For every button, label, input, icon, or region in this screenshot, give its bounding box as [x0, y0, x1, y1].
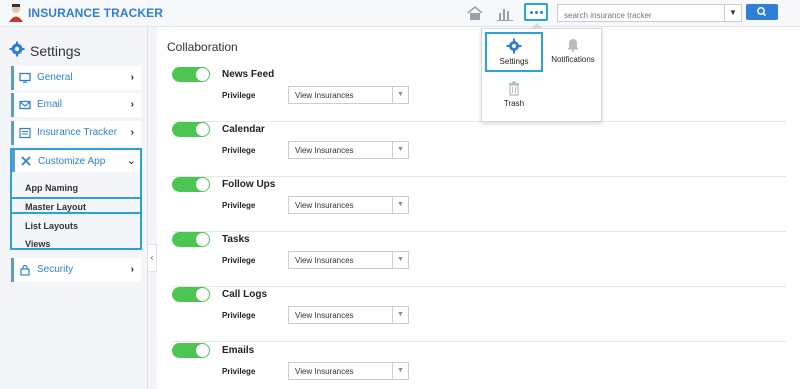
collaboration-panel: Collaboration News Feed Privilege View I… [157, 27, 800, 389]
monitor-icon [19, 72, 31, 83]
row-title: News Feed [222, 69, 275, 80]
privilege-select[interactable]: View Insurances ▼ [288, 251, 409, 269]
app-logo-icon [9, 4, 23, 22]
privilege-value: View Insurances [295, 201, 354, 210]
settings-sidebar: Settings General › Email › Insurance Tra… [0, 27, 148, 389]
list-icon [19, 127, 31, 139]
chevron-right-icon: › [130, 99, 134, 110]
privilege-value: View Insurances [295, 146, 354, 155]
privilege-label: Privilege [222, 201, 256, 210]
news-feed-toggle[interactable] [172, 67, 210, 82]
more-menu-popup: Settings Notifications Trash [481, 28, 602, 122]
caret-down-icon: ▼ [392, 87, 408, 103]
emails-toggle[interactable] [172, 343, 210, 358]
chevron-down-icon: ⌄ [126, 155, 136, 167]
menu-item-label: Trash [503, 99, 525, 108]
submenu-app-naming[interactable]: App Naming [25, 183, 78, 193]
customize-app-group: Customize App ⌄ App Naming Master Layout… [10, 148, 142, 250]
privilege-value: View Insurances [295, 256, 354, 265]
submenu-views[interactable]: Views [25, 239, 50, 249]
row-title: Call Logs [222, 289, 268, 300]
caret-down-icon: ▼ [392, 363, 408, 379]
privilege-label: Privilege [222, 311, 256, 320]
row-title: Follow Ups [222, 179, 276, 190]
privilege-value: View Insurances [295, 311, 354, 320]
privilege-label: Privilege [222, 367, 256, 376]
submenu-list-layouts[interactable]: List Layouts [25, 221, 78, 231]
sidebar-item-label: General [37, 72, 73, 83]
collab-row-calendar: Calendar Privilege View Insurances ▼ [172, 122, 786, 177]
top-bar: INSURANCE TRACKER ▼ [0, 0, 800, 27]
privilege-select[interactable]: View Insurances ▼ [288, 362, 409, 380]
submenu-master-layout[interactable]: Master Layout [25, 202, 86, 212]
chevron-right-icon: › [130, 264, 134, 275]
sidebar-item-insurance-tracker[interactable]: Insurance Tracker › [11, 121, 141, 145]
bell-icon [568, 39, 578, 52]
sidebar-item-label: Security [37, 264, 74, 275]
gear-icon [506, 38, 522, 54]
privilege-select[interactable]: View Insurances ▼ [288, 141, 409, 159]
caret-down-icon: ▼ [392, 307, 408, 323]
envelope-icon [19, 100, 31, 110]
home-icon[interactable] [466, 5, 484, 21]
privilege-value: View Insurances [295, 367, 354, 376]
privilege-label: Privilege [222, 146, 256, 155]
call-logs-toggle[interactable] [172, 287, 210, 302]
privilege-label: Privilege [222, 256, 256, 265]
more-menu-button[interactable] [524, 3, 548, 21]
sidebar-item-label: Insurance Tracker [37, 127, 118, 138]
reports-icon[interactable] [496, 5, 514, 21]
search-input[interactable] [558, 7, 718, 24]
dot-icon [530, 11, 533, 14]
privilege-select[interactable]: View Insurances ▼ [288, 196, 409, 214]
row-title: Tasks [222, 234, 250, 245]
chevron-right-icon: › [130, 72, 134, 83]
row-title: Calendar [222, 124, 265, 135]
collapse-sidebar-button[interactable]: ‹ [148, 244, 157, 272]
trash-icon [509, 81, 519, 96]
collab-row-news-feed: News Feed Privilege View Insurances ▼ [172, 67, 786, 122]
menu-item-notifications[interactable]: Notifications [544, 34, 602, 72]
search-box: ▼ [557, 4, 742, 24]
collab-row-call-logs: Call Logs Privilege View Insurances ▼ [172, 287, 786, 342]
collab-row-emails: Emails Privilege View Insurances ▼ [172, 343, 786, 389]
menu-item-trash[interactable]: Trash [485, 78, 543, 116]
privilege-select[interactable]: View Insurances ▼ [288, 306, 409, 324]
tools-icon [21, 156, 31, 166]
menu-item-label: Notifications [551, 55, 595, 64]
sidebar-item-email[interactable]: Email › [11, 93, 141, 117]
follow-ups-toggle[interactable] [172, 177, 210, 192]
page-title: Collaboration [167, 40, 238, 54]
caret-down-icon: ▼ [392, 252, 408, 268]
caret-down-icon: ▼ [392, 142, 408, 158]
search-icon [757, 7, 767, 17]
privilege-label: Privilege [222, 91, 256, 100]
lock-icon [20, 264, 30, 276]
dot-icon [535, 11, 538, 14]
search-scope-dropdown[interactable]: ▼ [724, 5, 741, 21]
chevron-right-icon: › [130, 127, 134, 138]
privilege-value: View Insurances [295, 91, 354, 100]
dot-icon [540, 11, 543, 14]
sidebar-item-label: Email [37, 99, 63, 110]
collab-row-tasks: Tasks Privilege View Insurances ▼ [172, 232, 786, 287]
sidebar-item-general[interactable]: General › [11, 66, 141, 90]
menu-item-settings[interactable]: Settings [485, 32, 543, 72]
menu-item-label: Settings [499, 57, 529, 66]
row-title: Emails [222, 345, 255, 356]
caret-down-icon: ▼ [392, 197, 408, 213]
sidebar-item-security[interactable]: Security › [11, 258, 141, 282]
sidebar-item-customize-app[interactable]: Customize App ⌄ [12, 150, 140, 172]
collab-row-follow-ups: Follow Ups Privilege View Insurances ▼ [172, 177, 786, 232]
calendar-toggle[interactable] [172, 122, 210, 137]
tasks-toggle[interactable] [172, 232, 210, 247]
app-title[interactable]: INSURANCE TRACKER [28, 6, 163, 20]
privilege-select[interactable]: View Insurances ▼ [288, 86, 409, 104]
search-button[interactable] [746, 4, 778, 20]
sidebar-item-label: Customize App [38, 156, 106, 167]
sidebar-title: Settings [30, 43, 81, 59]
